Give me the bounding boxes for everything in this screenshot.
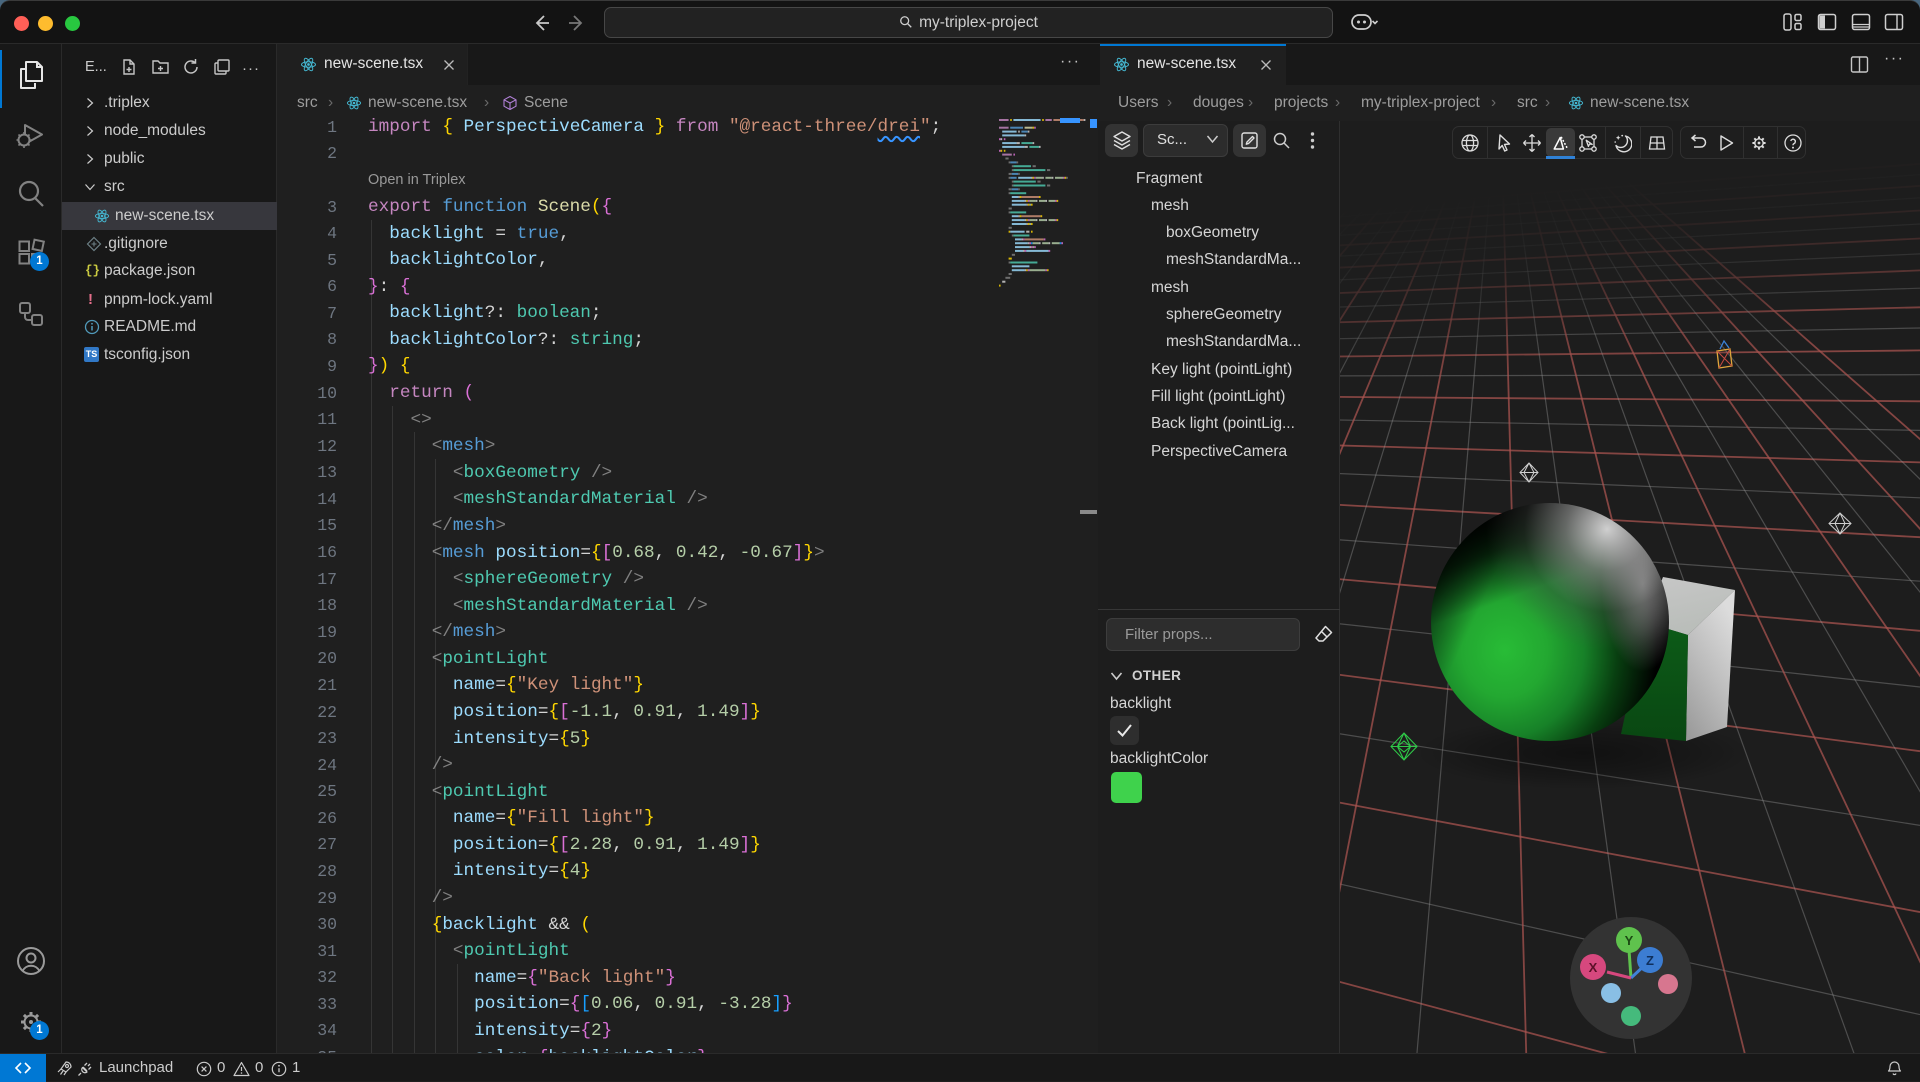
svg-text:Z: Z [1646, 953, 1654, 968]
svg-text:Y: Y [1625, 933, 1634, 948]
svg-text:X: X [1589, 960, 1598, 975]
